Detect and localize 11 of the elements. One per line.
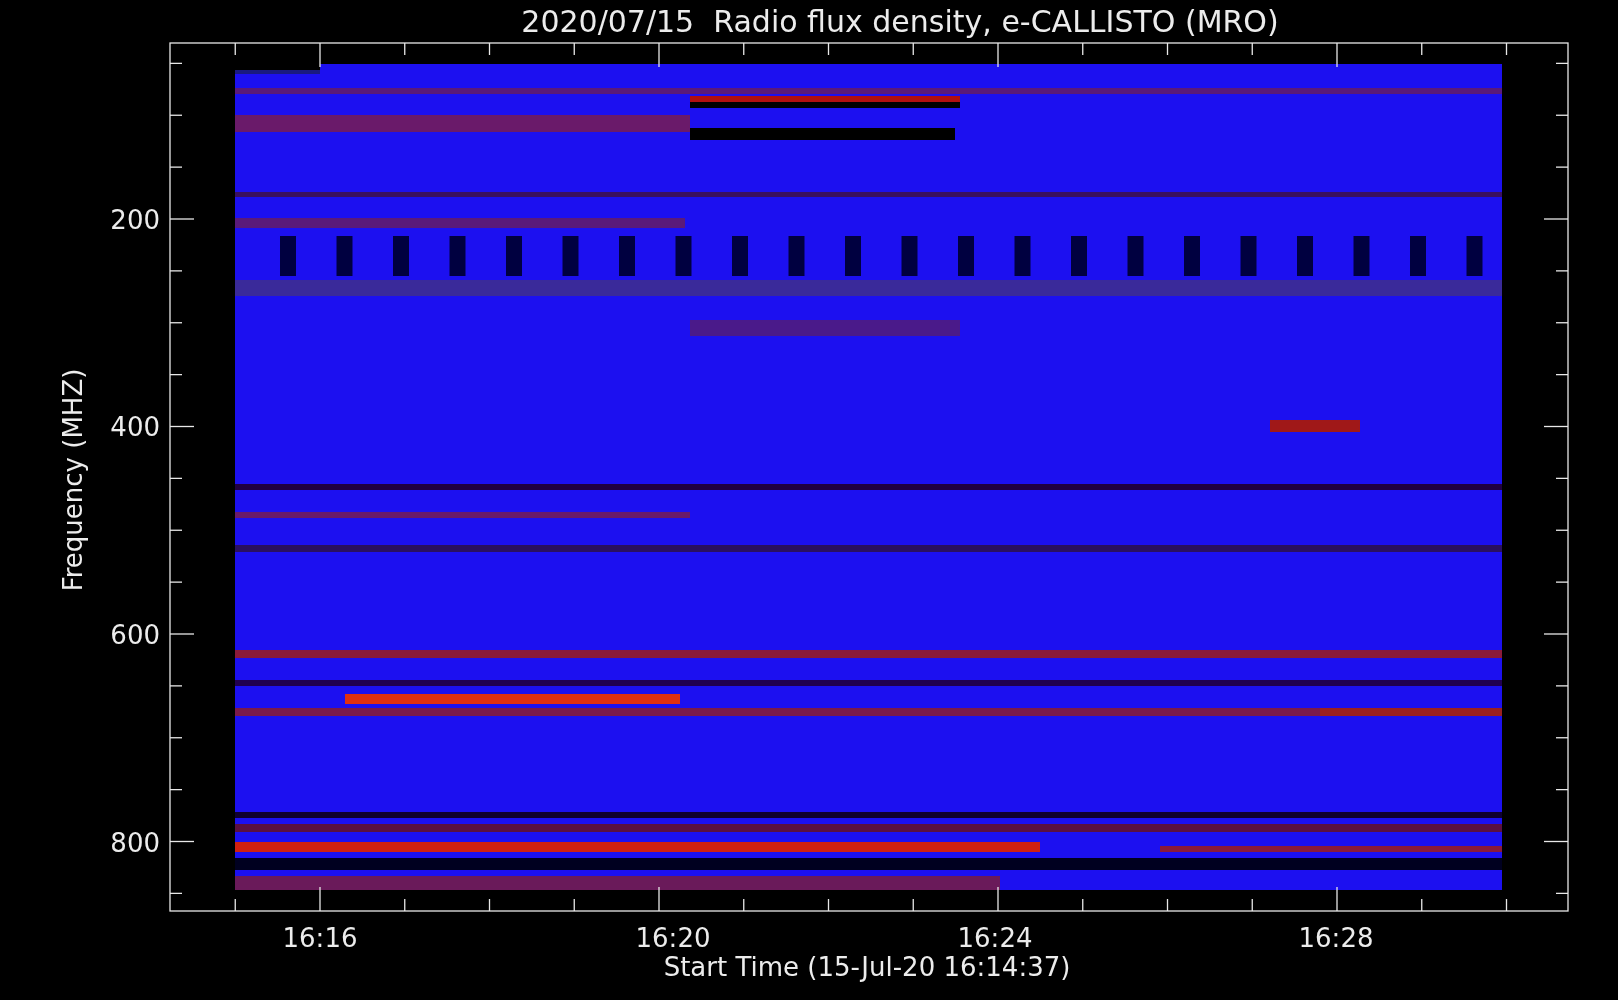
y-tick-label: 400 [110, 412, 160, 442]
y-tick-label: 600 [110, 620, 160, 650]
x-axis-label: Start Time (15-Jul-20 16:14:37) [663, 952, 1071, 982]
chart-title: 2020/07/15 Radio flux density, e-CALLISTO (MRO) [521, 4, 1279, 39]
y-axis-label: Frequency (MHZ) [58, 368, 88, 592]
x-tick-label: 16:16 [282, 923, 358, 953]
x-tick-label: 16:24 [957, 923, 1033, 953]
y-tick-label: 200 [110, 205, 160, 235]
x-tick-label: 16:28 [1298, 923, 1374, 953]
x-tick-label: 16:20 [635, 923, 711, 953]
y-tick-label: 800 [110, 828, 160, 858]
